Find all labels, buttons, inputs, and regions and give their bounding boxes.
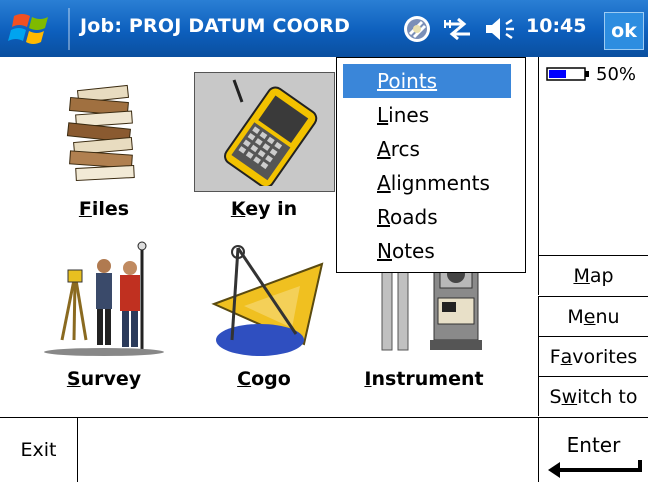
battery-percent: 50%	[596, 64, 637, 85]
exit-button[interactable]: Exit	[0, 417, 78, 482]
menu-button[interactable]: Me nu	[538, 296, 648, 336]
cogo-label: Cogo	[237, 368, 291, 390]
survey-tile[interactable]: Survey	[34, 240, 174, 410]
windows-start-icon[interactable]	[8, 10, 64, 48]
key-in-label: Key in	[230, 198, 298, 220]
files-tile[interactable]: Files	[34, 70, 174, 240]
menu-item-arcs[interactable]: Arcs	[343, 132, 511, 166]
menu-item-notes[interactable]: Notes	[343, 234, 511, 268]
cogo-icon	[211, 245, 324, 356]
enter-arrow-icon	[548, 460, 642, 478]
key-in-popup-menu: Points Lines Arcs Alignments Roads Notes	[336, 57, 526, 273]
favorites-button[interactable]: Fa vorites	[538, 336, 648, 376]
menu-item-alignments[interactable]: Alignments	[343, 166, 511, 200]
connectivity-icon[interactable]	[442, 14, 474, 44]
gps-satellite-icon[interactable]	[402, 14, 432, 44]
files-label-rest: iles	[91, 198, 130, 220]
clock[interactable]: 10:45	[526, 15, 586, 37]
cogo-tile[interactable]: Cogo	[194, 240, 334, 410]
switch-to-button[interactable]: Sw itch to	[538, 376, 648, 416]
status-panel	[538, 57, 648, 255]
map-button[interactable]: Map	[538, 255, 648, 295]
files-icon	[66, 84, 135, 182]
controller-icon	[224, 79, 318, 186]
battery-icon	[546, 67, 589, 81]
ok-button[interactable]: ok	[604, 12, 644, 50]
instrument-label: Instrument	[364, 368, 484, 390]
menu-item-roads[interactable]: Roads	[343, 200, 511, 234]
menu-item-lines[interactable]: Lines	[343, 98, 511, 132]
key-in-tile[interactable]: Key in	[194, 70, 334, 240]
volume-icon[interactable]	[484, 14, 520, 44]
window-title: Job: PROJ DATUM COORD	[80, 15, 351, 37]
title-separator	[68, 8, 70, 50]
survey-icon	[44, 241, 164, 356]
battery-level-fill	[549, 70, 566, 78]
survey-label: Survey	[66, 368, 142, 390]
menu-item-points[interactable]: Points	[343, 64, 511, 98]
files-label: Files	[78, 198, 130, 220]
title-bar: Job: PROJ DATUM COORD 10:45 ok	[0, 0, 648, 57]
